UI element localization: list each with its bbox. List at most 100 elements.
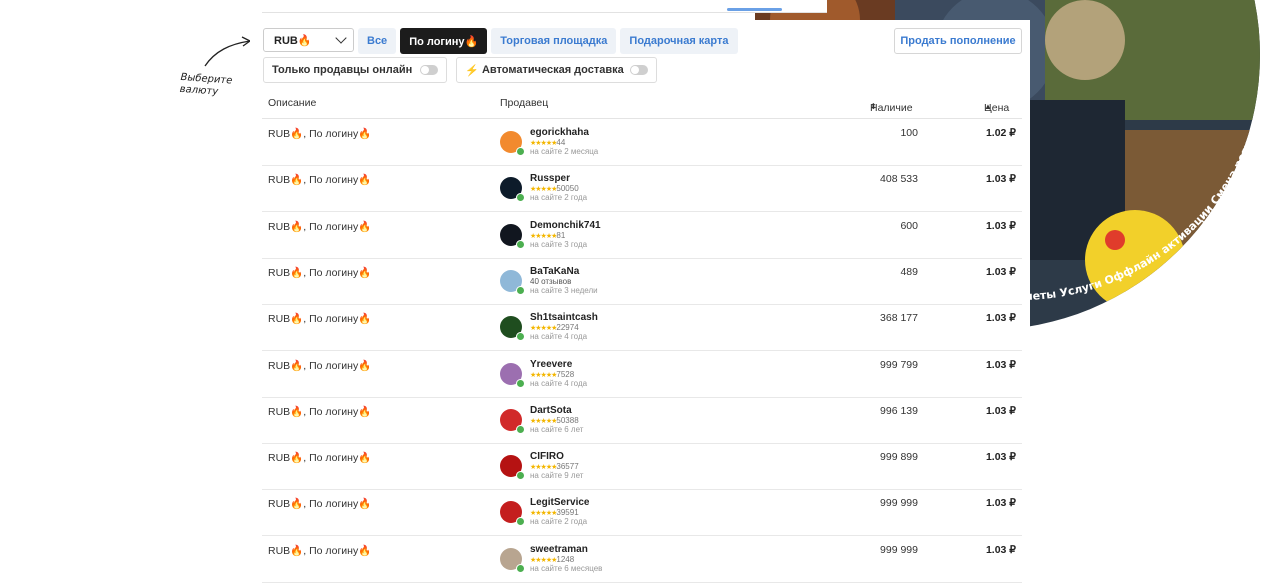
online-status-icon [516,378,525,388]
row-stock: 408 533 [880,173,918,186]
sort-both-icon: ⬍ [870,102,877,111]
seller-name[interactable]: CIFIRO [530,451,564,462]
seller-name[interactable]: Yreevere [530,359,572,370]
rating-count: 39591 [556,508,579,518]
row-description: RUB🔥, По логину🔥 [268,266,372,279]
row-price: 1.03 ₽ [985,497,1016,510]
rating-count: 1248 [556,554,575,564]
seller-since: на сайте 2 года [530,193,588,203]
online-status-icon [516,332,525,342]
lightning-icon: ⚡ [465,64,479,77]
hint-text: Выберите валюту [179,71,233,98]
seller-since: на сайте 9 лет [530,471,584,481]
seller-since: на сайте 2 месяца [530,147,599,156]
row-price: 1.03 ₽ [985,312,1016,325]
rating-stars-icon: ★★★★★ [530,140,557,147]
table-row[interactable]: RUB🔥, По логину🔥 DartSota ★★★★★50388 на сай… [262,397,1022,444]
seller-name[interactable]: egorickhaha [530,127,589,138]
rating-stars-icon: ★★★★★ [530,186,557,194]
auto-delivery-label: Автоматическая доставка [481,64,624,76]
seller-name[interactable]: LegitService [530,497,589,508]
seller-rating: ★★★★★36577 [530,462,579,471]
rating-stars-icon: ★★★★★ [530,371,557,379]
rating-stars-icon: ★★★★★ [530,325,557,333]
rating-count: 50388 [556,415,579,425]
row-price: 1.03 ₽ [985,173,1016,186]
seller-rating: ★★★★★1248 [530,555,574,564]
rating-stars-icon: ★★★★★ [530,464,557,472]
rating-count: 36577 [556,462,579,472]
table-row[interactable]: RUB🔥, По логину🔥 CIFIRO ★★★★★36577 на сайте… [262,443,1022,491]
row-stock: 600 [900,219,918,232]
row-description: RUB🔥, По логину🔥 [268,313,372,326]
table-row[interactable]: RUB🔥, По логину🔥 Yreevere ★★★★★7528 на сайт… [262,351,1022,398]
rating-stars-icon: ★★★★★ [530,417,557,425]
online-status-icon [516,147,525,156]
table-row[interactable]: RUB🔥, По логину🔥 Demonchik741 ★★★★★81 на са… [262,212,1022,259]
online-status-icon [516,424,525,434]
seller-since: на сайте 6 месяцев [530,563,603,573]
row-description: RUB🔥, По логину🔥 [268,405,372,418]
header-seller: Продавец [500,97,549,109]
table-header: Описание Продавец Наличие ⬍ Цена ▲ [262,92,1022,119]
top-strip [262,0,827,13]
online-status-icon [516,471,525,481]
table-row[interactable]: RUB🔥, По логину🔥 sweetraman ★★★★★1248 на са… [262,536,1022,583]
table-row[interactable]: RUB🔥, По логину🔥 Sh1tsaintcash ★★★★★22974 н… [262,304,1022,352]
seller-rating: 40 отзывов [530,277,571,286]
toggle-switch-icon[interactable] [629,65,648,75]
auto-delivery-toggle[interactable]: ⚡ Автоматическая доставка [456,57,657,83]
seller-name[interactable]: sweetraman [530,544,588,555]
seller-rating: ★★★★★50388 [530,416,579,425]
rating-count: 44 [556,138,566,147]
online-sellers-toggle[interactable]: Только продавцы онлайн [263,57,448,83]
seller-name[interactable]: Demonchik741 [530,220,601,231]
seller-name[interactable]: Russper [530,173,570,184]
tab-by-login[interactable]: По логину🔥 [400,28,488,54]
table-row[interactable]: RUB🔥, По логину🔥 BaTaKaNa 40 отзывов на сай… [262,258,1022,305]
online-status-icon [516,517,525,527]
row-description: RUB🔥, По логину🔥 [268,128,372,140]
row-price: 1.03 ₽ [985,451,1016,464]
seller-name[interactable]: Sh1tsaintcash [530,312,598,323]
tab-all[interactable]: Все [358,28,397,54]
online-sellers-label: Только продавцы онлайн [272,64,413,76]
row-stock: 368 177 [880,312,918,325]
row-stock: 489 [900,265,918,278]
toggle-switch-icon[interactable] [420,65,439,75]
row-price: 1.03 ₽ [985,404,1016,417]
toggle-row: Только продавцы онлайн ⚡ Автоматическая … [263,57,657,83]
seller-since: на сайте 3 года [530,239,588,249]
seller-since: на сайте 6 лет [530,424,584,434]
rating-count: 40 отзывов [530,276,572,286]
table-row[interactable]: RUB🔥, По логину🔥 egorickhaha ★★★★★44 на сай… [262,119,1022,166]
row-stock: 996 139 [880,404,918,417]
table-row[interactable]: RUB🔥, По логину🔥 LegitService ★★★★★39591 на… [262,489,1022,537]
row-description: RUB🔥, По логину🔥 [268,544,372,557]
currency-select[interactable]: RUB🔥 [263,28,354,52]
row-stock: 999 999 [880,497,918,510]
tab-gift-card[interactable]: Подарочная карта [620,28,738,54]
row-description: RUB🔥, По логину🔥 [268,220,372,233]
online-status-icon [516,239,525,249]
row-stock: 999 999 [880,543,918,556]
row-description: RUB🔥, По логину🔥 [268,174,372,187]
sell-topup-button[interactable]: Продать пополнение [894,28,1022,54]
row-stock: 100 [900,127,918,139]
rating-count: 81 [556,230,566,240]
row-stock: 999 799 [880,358,918,371]
table-row[interactable]: RUB🔥, По логину🔥 Russper ★★★★★50050 на сайт… [262,165,1022,213]
rating-stars-icon: ★★★★★ [530,232,557,240]
seller-rating: ★★★★★50050 [530,184,579,193]
seller-since: на сайте 2 года [530,517,588,527]
row-price: 1.03 ₽ [985,219,1016,232]
sort-asc-icon: ▲ [984,102,992,111]
rating-stars-icon: ★★★★★ [530,556,557,564]
seller-name[interactable]: BaTaKaNa [530,266,579,277]
seller-since: на сайте 4 года [530,378,588,388]
seller-since: на сайте 4 года [530,332,588,342]
tab-marketplace[interactable]: Торговая площадка [491,28,617,54]
seller-name[interactable]: DartSota [530,405,572,416]
rating-count: 22974 [556,323,579,333]
currency-value: RUB🔥 [274,34,312,47]
